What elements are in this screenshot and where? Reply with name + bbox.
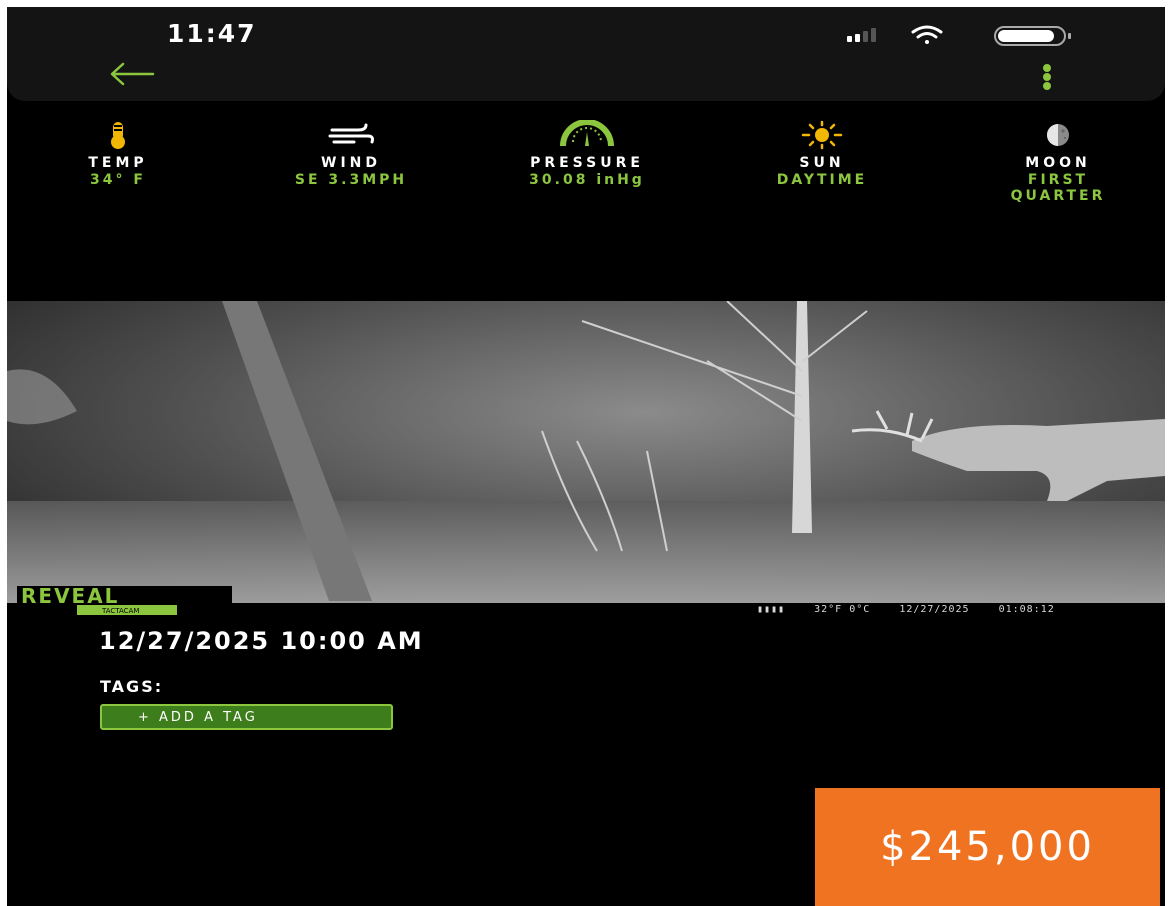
top-bar: 11:47 — [7, 7, 1165, 101]
weather-bar: TEMP 34° F WIND SE 3.3MPH PRESSURE 30.08… — [7, 117, 1165, 217]
stamp-temp: 32°F 0°C — [814, 604, 871, 615]
photo-datetime: 12/27/2025 10:00 AM — [99, 627, 424, 655]
status-time: 11:47 — [167, 19, 257, 48]
camera-info-strip: ▮▮▮▮ 32°F 0°C 12/27/2025 01:08:12 — [757, 604, 1077, 615]
svg-text:TACTACAM: TACTACAM — [101, 607, 139, 615]
weather-pressure: PRESSURE 30.08 inHg — [487, 117, 687, 187]
trail-camera-photo[interactable]: REVEAL TACTACAM — [7, 301, 1165, 619]
sun-icon — [801, 120, 843, 150]
wifi-icon — [911, 25, 943, 44]
pressure-value: 30.08 inHg — [529, 172, 645, 188]
temp-value: 34° F — [90, 172, 146, 188]
back-arrow-icon[interactable] — [107, 59, 155, 89]
pressure-gauge-icon — [560, 120, 614, 147]
moon-icon — [1047, 124, 1069, 146]
stamp-time: 01:08:12 — [998, 604, 1055, 615]
sun-value: DAYTIME — [776, 172, 868, 188]
battery-level-icon: ▮▮▮▮ — [757, 604, 786, 615]
weather-wind: WIND SE 3.3MPH — [251, 117, 451, 187]
temp-label: TEMP — [88, 155, 148, 171]
wind-label: WIND — [321, 155, 381, 171]
weather-sun: SUN DAYTIME — [737, 117, 907, 187]
weather-temp: TEMP 34° F — [70, 117, 166, 187]
tags-label: TAGS: — [100, 677, 164, 696]
wind-value: SE 3.3MPH — [294, 172, 408, 188]
app-screen: 11:47 TEMP 34° F WIND SE 3.3MPH PRESSURE… — [7, 7, 1165, 906]
add-tag-button[interactable]: + ADD A TAG — [100, 704, 393, 730]
moon-value-line2: QUARTER — [1010, 188, 1106, 204]
svg-text:REVEAL: REVEAL — [21, 584, 119, 608]
thermometer-icon — [111, 122, 125, 149]
signal-icon — [847, 28, 876, 42]
moon-value-line1: FIRST — [1027, 172, 1089, 188]
weather-moon: MOON FIRST QUARTER — [973, 117, 1143, 203]
price-badge: $245,000 — [815, 788, 1160, 906]
moon-label: MOON — [1025, 155, 1091, 171]
pressure-label: PRESSURE — [530, 155, 644, 171]
wind-icon — [328, 123, 374, 144]
status-icons — [845, 24, 1075, 54]
more-vertical-icon[interactable] — [1041, 64, 1053, 94]
battery-icon — [994, 26, 1071, 46]
stamp-date: 12/27/2025 — [899, 604, 970, 615]
sun-label: SUN — [799, 155, 845, 171]
